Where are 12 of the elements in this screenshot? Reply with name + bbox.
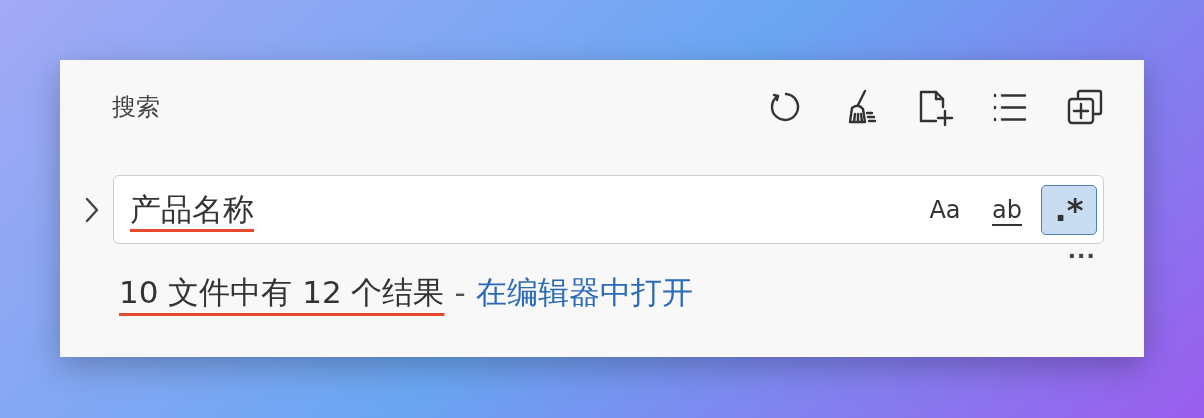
chevron-icon[interactable] (83, 195, 101, 224)
collapse-button[interactable] (1066, 88, 1104, 126)
panel-title: 搜索 (112, 92, 161, 123)
whole-word-toggle[interactable]: ab (979, 184, 1035, 235)
match-case-toggle[interactable]: Aa (917, 184, 973, 235)
result-summary: 10 文件中有 12 个结果 (119, 273, 445, 312)
open-in-editor-link[interactable]: 在编辑器中打开 (475, 272, 693, 314)
more-button[interactable]: ··· (1068, 244, 1104, 268)
search-field[interactable]: 产品名称 Aa ab .* (113, 175, 1104, 244)
separator-text: - (454, 274, 466, 310)
regex-toggle[interactable]: .* (1041, 184, 1097, 235)
copy-add-icon (1066, 88, 1104, 126)
